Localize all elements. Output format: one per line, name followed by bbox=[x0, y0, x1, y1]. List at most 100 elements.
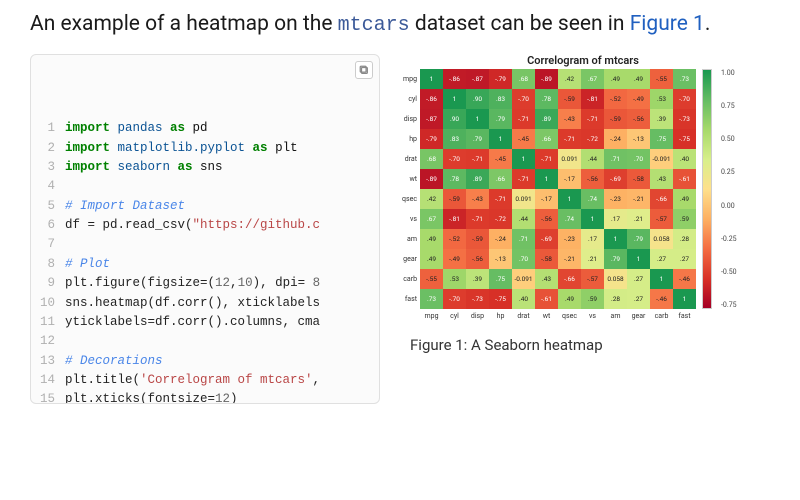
heatmap-ylabel: disp bbox=[398, 115, 420, 123]
heatmap-ylabel: hp bbox=[398, 135, 420, 143]
heatmap-cell: -.56 bbox=[627, 109, 650, 129]
heatmap-cell: -.21 bbox=[627, 189, 650, 209]
heatmap-cell: -.73 bbox=[673, 109, 696, 129]
line-number: 11 bbox=[31, 313, 65, 332]
heatmap-xlabel: mpg bbox=[420, 309, 443, 320]
heatmap-cell: .42 bbox=[558, 69, 581, 89]
figure-panel: Correlogram of mtcars mpg1-.86-.87-.79.6… bbox=[398, 54, 770, 354]
colorbar-tick: 0.00 bbox=[721, 202, 737, 210]
heatmap-cell: -.89 bbox=[420, 169, 443, 189]
code-line: 6df = pd.read_csv("https://github.c bbox=[31, 216, 379, 235]
heatmap-cell: .49 bbox=[420, 249, 443, 269]
colorbar-tick: 1.00 bbox=[721, 69, 737, 77]
heatmap-cell: -.61 bbox=[673, 169, 696, 189]
code-line: 12 bbox=[31, 332, 379, 351]
line-number: 3 bbox=[31, 158, 65, 177]
heatmap-cell: 0.058 bbox=[650, 229, 673, 249]
heatmap-cell: -.71 bbox=[512, 169, 535, 189]
heatmap-cell: -.87 bbox=[466, 69, 489, 89]
heatmap-cell: -.75 bbox=[489, 289, 512, 309]
heatmap-cell: .39 bbox=[466, 269, 489, 289]
heatmap-cell: .70 bbox=[627, 149, 650, 169]
heatmap-cell: -.24 bbox=[604, 129, 627, 149]
heatmap-ylabel: qsec bbox=[398, 195, 420, 203]
heatmap-cell: .67 bbox=[581, 69, 604, 89]
line-number: 13 bbox=[31, 352, 65, 371]
heatmap-cell: -.81 bbox=[443, 209, 466, 229]
heatmap-cell: -.72 bbox=[489, 209, 512, 229]
heatmap-xlabel: carb bbox=[650, 309, 673, 320]
figure-link[interactable]: Figure 1 bbox=[630, 12, 705, 36]
heatmap-cell: 0.091 bbox=[558, 149, 581, 169]
heatmap-cell: .17 bbox=[604, 209, 627, 229]
heatmap-cell: .17 bbox=[581, 229, 604, 249]
heatmap-cell: .71 bbox=[512, 229, 535, 249]
line-number: 7 bbox=[31, 235, 65, 254]
heatmap-cell: .40 bbox=[512, 289, 535, 309]
heatmap-cell: -.56 bbox=[581, 169, 604, 189]
heatmap-ylabel: drat bbox=[398, 155, 420, 163]
heatmap-cell: .78 bbox=[443, 169, 466, 189]
code-line: 13# Decorations bbox=[31, 352, 379, 371]
heatmap-cell: .68 bbox=[420, 149, 443, 169]
line-number: 9 bbox=[31, 274, 65, 293]
colorbar-tick: 0.25 bbox=[721, 168, 737, 176]
heatmap-cell: .39 bbox=[650, 109, 673, 129]
heatmap-cell: -0.091 bbox=[650, 149, 673, 169]
heatmap-cell: -.23 bbox=[558, 229, 581, 249]
heatmap-ylabel: fast bbox=[398, 295, 420, 303]
heatmap-ylabel: mpg bbox=[398, 75, 420, 83]
heatmap-cell: -.58 bbox=[627, 169, 650, 189]
code-line: 2import matplotlib.pyplot as plt bbox=[31, 139, 379, 158]
line-number: 2 bbox=[31, 139, 65, 158]
code-line: 3import seaborn as sns bbox=[31, 158, 379, 177]
colorbar-tick: -0.25 bbox=[721, 235, 737, 243]
heatmap-cell: -.75 bbox=[673, 129, 696, 149]
colorbar bbox=[702, 69, 712, 309]
heatmap-cell: .49 bbox=[604, 69, 627, 89]
heatmap-cell: -.45 bbox=[512, 129, 535, 149]
heatmap-ylabel: wt bbox=[398, 175, 420, 183]
heatmap-cell: 1 bbox=[466, 109, 489, 129]
code-line: 10sns.heatmap(df.corr(), xticklabels bbox=[31, 294, 379, 313]
code-line: 9plt.figure(figsize=(12,10), dpi= 8 bbox=[31, 274, 379, 293]
heatmap-xlabel: hp bbox=[489, 309, 512, 320]
heatmap-cell: .49 bbox=[558, 289, 581, 309]
heatmap-cell: -.71 bbox=[466, 149, 489, 169]
heatmap-cell: -.71 bbox=[535, 149, 558, 169]
copy-button[interactable] bbox=[355, 61, 373, 79]
heatmap-cell: -.49 bbox=[443, 249, 466, 269]
heatmap-cell: .27 bbox=[673, 249, 696, 269]
heatmap-cell: 1 bbox=[673, 289, 696, 309]
heatmap-cell: .49 bbox=[673, 189, 696, 209]
colorbar-tick: -0.50 bbox=[721, 268, 737, 276]
heatmap-cell: .27 bbox=[627, 269, 650, 289]
code-line: 1import pandas as pd bbox=[31, 119, 379, 138]
heatmap-xlabel: am bbox=[604, 309, 627, 320]
heatmap-cell: 1 bbox=[512, 149, 535, 169]
code-line: 15plt.xticks(fontsize=12) bbox=[31, 390, 379, 404]
heatmap-cell: -.45 bbox=[489, 149, 512, 169]
heatmap-cell: -.46 bbox=[673, 269, 696, 289]
heatmap-cell: .21 bbox=[581, 249, 604, 269]
heatmap-xlabel: drat bbox=[512, 309, 535, 320]
heatmap-cell: 1 bbox=[420, 69, 443, 89]
heatmap-cell: .49 bbox=[420, 229, 443, 249]
heatmap-xlabel: fast bbox=[673, 309, 696, 320]
heatmap-cell: -.59 bbox=[604, 109, 627, 129]
code-line: 8# Plot bbox=[31, 255, 379, 274]
line-number: 1 bbox=[31, 119, 65, 138]
heatmap-cell: -.59 bbox=[443, 189, 466, 209]
heatmap-cell: -.71 bbox=[558, 129, 581, 149]
heatmap-ylabel: gear bbox=[398, 255, 420, 263]
line-number: 12 bbox=[31, 332, 65, 351]
heatmap-cell: 1 bbox=[535, 169, 558, 189]
heatmap-cell: -.70 bbox=[443, 289, 466, 309]
heatmap-cell: -.56 bbox=[466, 249, 489, 269]
heatmap-cell: .89 bbox=[535, 109, 558, 129]
heatmap-cell: -.55 bbox=[420, 269, 443, 289]
line-number: 14 bbox=[31, 371, 65, 390]
heatmap-cell: .28 bbox=[673, 229, 696, 249]
code-block: 1import pandas as pd2import matplotlib.p… bbox=[30, 54, 380, 404]
heatmap-cell: -.52 bbox=[443, 229, 466, 249]
